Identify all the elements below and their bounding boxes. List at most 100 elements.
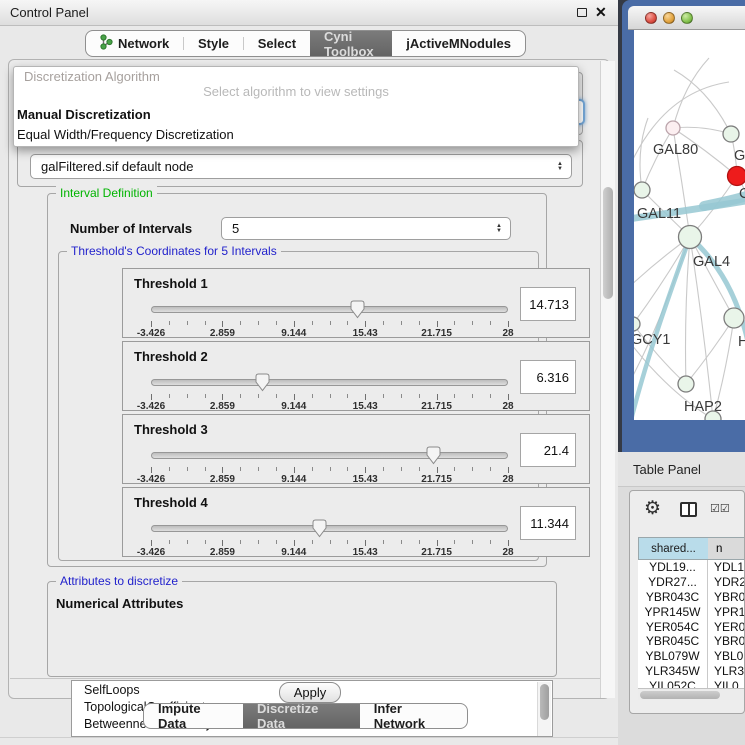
popup-placeholder-item[interactable]: Select algorithm to view settings — [14, 84, 578, 99]
scrollbar-thumb[interactable] — [640, 691, 720, 699]
tab-select[interactable]: Select — [244, 31, 310, 56]
table-row[interactable]: YBR043CYBR0 — [638, 590, 745, 605]
network-node[interactable] — [724, 308, 744, 328]
tab-discretize-data[interactable]: Discretize Data — [243, 704, 360, 728]
list-scrollbar-thumb[interactable] — [540, 684, 549, 720]
cell-shared-name[interactable]: YDL19... — [638, 560, 708, 575]
list-scrollbar[interactable] — [537, 682, 551, 737]
cell-shared-name[interactable]: YDR27... — [638, 575, 708, 590]
panel-vertical-scrollbar[interactable] — [600, 61, 615, 698]
cell-shared-name[interactable]: YBL079W — [638, 649, 708, 664]
popup-item-manual-discretization[interactable]: Manual Discretization — [17, 107, 151, 122]
slider-track[interactable] — [151, 379, 508, 386]
tab-cyni-toolbox[interactable]: Cyni Toolbox — [310, 31, 392, 56]
cell-name[interactable]: YIL0 — [708, 678, 745, 688]
slider-tick — [419, 394, 420, 398]
threshold-slider[interactable]: -3.4262.8599.14415.4321.71528 — [151, 520, 508, 554]
table-row[interactable]: YDR27...YDR2 — [638, 575, 745, 590]
float-window-icon[interactable] — [577, 8, 587, 17]
zoom-traffic-light[interactable] — [681, 12, 693, 24]
cell-shared-name[interactable]: YER054C — [638, 619, 708, 634]
close-icon[interactable]: ✕ — [595, 4, 607, 21]
slider-thumb[interactable] — [255, 373, 270, 392]
threshold-value-field[interactable]: 6.316 — [520, 360, 576, 394]
tab-infer-network[interactable]: Infer Network — [360, 704, 467, 728]
cell-name[interactable]: YBR0 — [708, 590, 745, 605]
tab-impute-data[interactable]: Impute Data — [144, 704, 243, 728]
combo-stepper-icon: ▲▼ — [496, 224, 502, 234]
cell-shared-name[interactable]: YBR043C — [638, 590, 708, 605]
network-window-titlebar[interactable] — [628, 6, 745, 30]
network-edge-highlighted[interactable] — [634, 237, 690, 420]
slider-track[interactable] — [151, 452, 508, 459]
network-node-label: GA — [734, 148, 745, 164]
threshold-value-field[interactable]: 21.4 — [520, 433, 576, 467]
select-columns-checkboxes-icon[interactable]: ☑☑ — [710, 502, 730, 515]
column-header-shared-name[interactable]: shared... — [638, 537, 708, 560]
slider-track[interactable] — [151, 525, 508, 532]
cell-shared-name[interactable]: YBR045C — [638, 634, 708, 649]
cell-name[interactable]: YER0 — [708, 619, 745, 634]
table-row[interactable]: YER054CYER0 — [638, 619, 745, 634]
table-settings-gear-icon[interactable]: ⚙ — [644, 497, 661, 520]
cell-shared-name[interactable]: YPR145W — [638, 604, 708, 619]
network-view-window[interactable]: GAL80GACGAL11GAL4GCY1HHAP2 — [622, 0, 745, 452]
table-row[interactable]: YDL19...YDL1 — [638, 560, 745, 575]
slider-thumb[interactable] — [350, 300, 365, 319]
table-row[interactable]: YIL052CYIL0 — [638, 678, 745, 688]
table-row[interactable]: YBL079WYBL0 — [638, 649, 745, 664]
network-node[interactable] — [634, 317, 640, 331]
cell-name[interactable]: YDR2 — [708, 575, 745, 590]
network-node[interactable] — [666, 121, 680, 135]
cell-name[interactable]: YLR3 — [708, 664, 745, 679]
network-edge[interactable] — [642, 128, 673, 190]
cell-name[interactable]: YBR0 — [708, 634, 745, 649]
tab-style[interactable]: Style — [184, 31, 243, 56]
popup-item-equal-width-frequency[interactable]: Equal Width/Frequency Discretization — [17, 127, 234, 142]
network-node[interactable] — [728, 167, 745, 186]
column-visibility-icon[interactable] — [680, 502, 697, 517]
network-edge[interactable] — [690, 237, 734, 318]
slider-thumb[interactable] — [426, 446, 441, 465]
table-data-combobox[interactable]: galFiltered.sif default node ▲▼ — [30, 154, 572, 179]
table-row[interactable]: YPR145WYPR1 — [638, 604, 745, 619]
slider-tick — [437, 467, 438, 473]
cell-name[interactable]: YBL0 — [708, 649, 745, 664]
threshold-slider[interactable]: -3.4262.8599.14415.4321.71528 — [151, 374, 508, 408]
threshold-slider[interactable]: -3.4262.8599.14415.4321.71528 — [151, 447, 508, 481]
threshold-value-field[interactable]: 14.713 — [520, 287, 576, 321]
table-row[interactable]: YLR345WYLR3 — [638, 664, 745, 679]
slider-track[interactable] — [151, 306, 508, 313]
network-icon — [100, 34, 113, 53]
table-panel-titlebar[interactable]: Table Panel — [618, 452, 745, 487]
threshold-value-field[interactable]: 11.344 — [520, 506, 576, 540]
network-edge[interactable] — [686, 237, 691, 384]
cell-shared-name[interactable]: YLR345W — [638, 664, 708, 679]
column-header-name[interactable]: n — [708, 537, 745, 560]
network-node[interactable] — [678, 376, 694, 392]
network-edge[interactable] — [673, 127, 731, 134]
minimize-traffic-light[interactable] — [663, 12, 675, 24]
tab-network[interactable]: Network — [86, 31, 183, 56]
cell-name[interactable]: YPR1 — [708, 604, 745, 619]
threshold-slider[interactable]: -3.4262.8599.14415.4321.71528 — [151, 301, 508, 335]
table-row[interactable]: YBR045CYBR0 — [638, 634, 745, 649]
network-node[interactable] — [679, 226, 702, 249]
cell-name[interactable]: YDL1 — [708, 560, 745, 575]
slider-thumb[interactable] — [312, 519, 327, 538]
network-edge[interactable] — [674, 70, 731, 134]
slider-tick-label: 15.43 — [353, 474, 378, 485]
table-horizontal-scrollbar[interactable] — [638, 688, 744, 700]
number-of-intervals-combobox[interactable]: 5 ▲▼ — [221, 217, 511, 240]
control-panel-titlebar[interactable]: Control Panel ✕ — [0, 0, 618, 26]
close-traffic-light[interactable] — [645, 12, 657, 24]
network-node[interactable] — [723, 126, 739, 142]
scrollbar-thumb[interactable] — [603, 187, 613, 299]
apply-button[interactable]: Apply — [279, 682, 341, 703]
tab-jactivemnodules[interactable]: jActiveMNodules — [392, 31, 525, 56]
slider-tick — [508, 321, 509, 327]
network-edge[interactable] — [686, 318, 734, 384]
network-node[interactable] — [634, 182, 650, 198]
cell-shared-name[interactable]: YIL052C — [638, 678, 708, 688]
network-canvas[interactable]: GAL80GACGAL11GAL4GCY1HHAP2 — [634, 30, 745, 420]
